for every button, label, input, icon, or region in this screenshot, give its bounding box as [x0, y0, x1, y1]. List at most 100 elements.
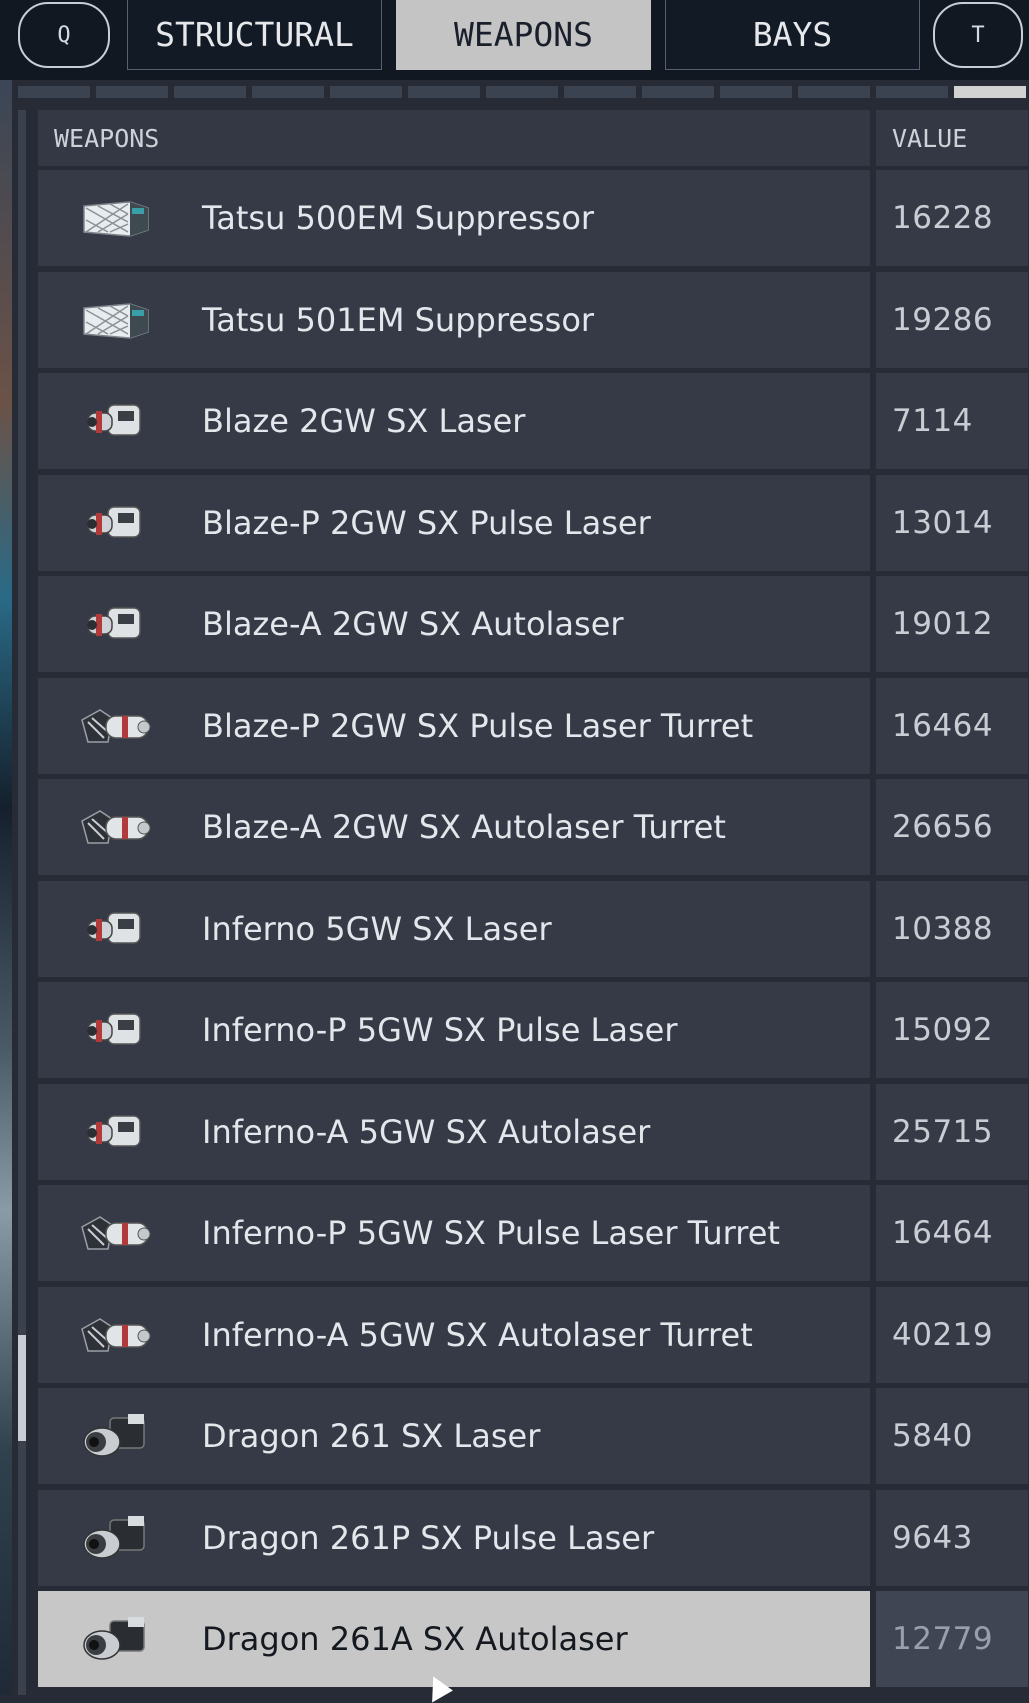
weapon-name: Inferno 5GW SX Laser: [202, 909, 552, 948]
weapon-name-cell[interactable]: Tatsu 500EM Suppressor: [38, 170, 870, 266]
list-item[interactable]: Tatsu 501EM Suppressor 19286: [38, 271, 1028, 368]
list-item[interactable]: Dragon 261P SX Pulse Laser 9643: [38, 1489, 1028, 1586]
scrollbar-thumb[interactable]: [18, 1335, 26, 1441]
weapon-value: 16464: [876, 1185, 1028, 1281]
next-tab-key-button[interactable]: T: [933, 2, 1023, 68]
list-item[interactable]: Blaze-A 2GW SX Autolaser 19012: [38, 576, 1028, 672]
suppressor-icon: [78, 190, 154, 246]
dragon-laser-icon: [78, 1510, 154, 1566]
weapon-name-cell[interactable]: Inferno 5GW SX Laser: [38, 880, 870, 977]
tab-bays[interactable]: BAYS: [665, 0, 920, 70]
weapon-value: 19286: [876, 271, 1028, 368]
list-item[interactable]: Blaze-P 2GW SX Pulse Laser Turret 16464: [38, 677, 1028, 774]
background-scene: [0, 80, 12, 1695]
tab-bar: Q STRUCTURAL WEAPONS BAYS T: [0, 0, 1029, 80]
weapon-value: 10388: [876, 880, 1028, 977]
page-indicator-segment: [18, 86, 90, 98]
weapon-name-cell[interactable]: Inferno-P 5GW SX Pulse Laser: [38, 982, 870, 1078]
suppressor-icon: [78, 292, 154, 348]
weapon-value: 7114: [876, 373, 1028, 469]
turret-icon: [78, 1205, 154, 1261]
weapon-name: Tatsu 500EM Suppressor: [202, 199, 595, 237]
laser-icon: [78, 495, 154, 551]
page-indicator-segment: [564, 86, 636, 98]
page-indicator-segment: [486, 86, 558, 98]
column-header-value[interactable]: VALUE: [876, 110, 1028, 166]
laser-icon: [78, 1002, 154, 1058]
weapon-value: 26656: [876, 779, 1028, 875]
weapon-name-cell[interactable]: Blaze-P 2GW SX Pulse Laser Turret: [38, 677, 870, 774]
list-item[interactable]: Blaze-P 2GW SX Pulse Laser 13014: [38, 474, 1028, 571]
turret-icon: [78, 698, 154, 754]
page-indicator-segment: [96, 86, 168, 98]
weapon-name: Blaze-P 2GW SX Pulse Laser Turret: [202, 706, 754, 745]
weapon-value: 25715: [876, 1083, 1028, 1180]
turret-icon: [78, 1307, 154, 1363]
weapon-value: 40219: [876, 1286, 1028, 1383]
tab-structural[interactable]: STRUCTURAL: [127, 0, 382, 70]
page-indicator-segment: [330, 86, 402, 98]
page-indicator-segment: [798, 86, 870, 98]
weapon-name: Inferno-A 5GW SX Autolaser: [202, 1112, 651, 1151]
list-item[interactable]: Blaze 2GW SX Laser 7114: [38, 373, 1028, 469]
weapon-name-cell[interactable]: Blaze-P 2GW SX Pulse Laser: [38, 474, 870, 571]
turret-icon: [78, 799, 154, 855]
weapon-value: 13014: [876, 474, 1028, 571]
weapon-name: Blaze 2GW SX Laser: [202, 402, 526, 440]
weapon-name-cell[interactable]: Tatsu 501EM Suppressor: [38, 271, 870, 368]
weapon-value: 9643: [876, 1489, 1028, 1586]
page-indicator: [18, 86, 1026, 98]
weapon-name-cell[interactable]: Inferno-A 5GW SX Autolaser Turret: [38, 1286, 870, 1383]
laser-icon: [78, 901, 154, 957]
page-indicator-segment: [720, 86, 792, 98]
page-indicator-segment: [954, 86, 1026, 98]
weapon-name-cell[interactable]: Blaze-A 2GW SX Autolaser: [38, 576, 870, 672]
weapon-value: 16228: [876, 170, 1028, 266]
weapon-value: 16464: [876, 677, 1028, 774]
weapon-name-cell[interactable]: Dragon 261P SX Pulse Laser: [38, 1489, 870, 1586]
scrollbar[interactable]: [18, 110, 26, 1695]
laser-icon: [78, 596, 154, 652]
weapon-name-cell[interactable]: Blaze 2GW SX Laser: [38, 373, 870, 469]
weapon-name-cell[interactable]: Dragon 261 SX Laser: [38, 1388, 870, 1484]
list-item[interactable]: Inferno-A 5GW SX Autolaser Turret 40219: [38, 1286, 1028, 1383]
weapon-value: 5840: [876, 1388, 1028, 1484]
laser-icon: [78, 1104, 154, 1160]
dragon-laser-icon: [78, 1611, 154, 1667]
laser-icon: [78, 393, 154, 449]
column-header-weapons[interactable]: WEAPONS: [38, 110, 870, 166]
weapon-name: Blaze-A 2GW SX Autolaser Turret: [202, 808, 726, 846]
prev-tab-key-button[interactable]: Q: [18, 2, 110, 68]
page-indicator-segment: [252, 86, 324, 98]
list-header: WEAPONS VALUE: [38, 110, 1028, 166]
weapon-value: 12779: [876, 1591, 1028, 1687]
list-item[interactable]: Inferno-A 5GW SX Autolaser 25715: [38, 1083, 1028, 1180]
weapon-name: Inferno-A 5GW SX Autolaser Turret: [202, 1315, 753, 1354]
list-item[interactable]: Inferno-P 5GW SX Pulse Laser 15092: [38, 982, 1028, 1078]
weapon-name-cell[interactable]: Inferno-A 5GW SX Autolaser: [38, 1083, 870, 1180]
tab-weapons[interactable]: WEAPONS: [396, 0, 651, 70]
page-indicator-segment: [642, 86, 714, 98]
list-item[interactable]: Inferno 5GW SX Laser 10388: [38, 880, 1028, 977]
weapon-value: 15092: [876, 982, 1028, 1078]
weapon-name-cell[interactable]: Blaze-A 2GW SX Autolaser Turret: [38, 779, 870, 875]
weapon-name-cell[interactable]: Dragon 261A SX Autolaser: [38, 1591, 870, 1687]
dragon-laser-icon: [78, 1408, 154, 1464]
weapon-name-cell[interactable]: Inferno-P 5GW SX Pulse Laser Turret: [38, 1185, 870, 1281]
weapon-name: Dragon 261P SX Pulse Laser: [202, 1518, 655, 1557]
list-item[interactable]: Inferno-P 5GW SX Pulse Laser Turret 16464: [38, 1185, 1028, 1281]
weapon-name: Dragon 261A SX Autolaser: [202, 1620, 628, 1658]
page-indicator-segment: [174, 86, 246, 98]
list-item[interactable]: Dragon 261A SX Autolaser 12779: [38, 1591, 1028, 1687]
weapon-name: Inferno-P 5GW SX Pulse Laser: [202, 1011, 678, 1049]
page-indicator-segment: [408, 86, 480, 98]
weapon-value: 19012: [876, 576, 1028, 672]
list-item[interactable]: Dragon 261 SX Laser 5840: [38, 1388, 1028, 1484]
list-item[interactable]: Tatsu 500EM Suppressor 16228: [38, 170, 1028, 266]
weapon-name: Blaze-P 2GW SX Pulse Laser: [202, 503, 651, 542]
page-indicator-segment: [876, 86, 948, 98]
weapon-name: Dragon 261 SX Laser: [202, 1417, 541, 1455]
list-item[interactable]: Blaze-A 2GW SX Autolaser Turret 26656: [38, 779, 1028, 875]
weapon-name: Blaze-A 2GW SX Autolaser: [202, 605, 624, 643]
weapon-name: Inferno-P 5GW SX Pulse Laser Turret: [202, 1214, 780, 1252]
